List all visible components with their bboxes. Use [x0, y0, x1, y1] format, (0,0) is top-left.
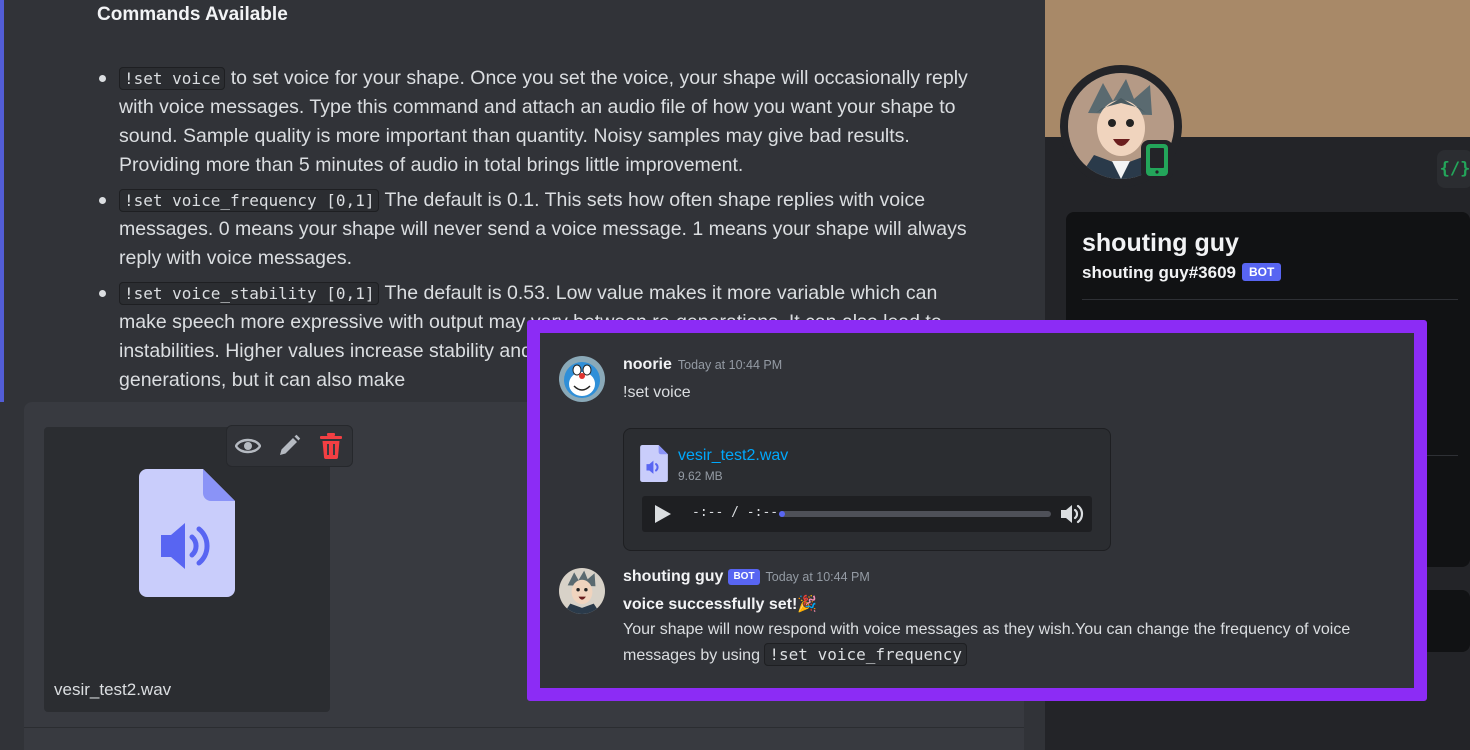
audio-progress-bar[interactable] [779, 511, 1051, 517]
audio-time: -:-- / -:-- [692, 505, 779, 520]
message-header: shouting guy BOT Today at 10:44 PM [623, 568, 870, 586]
profile-divider [1082, 299, 1458, 300]
command-code: !set voice_frequency [764, 643, 968, 666]
list-item: !set voice to set voice for your shape. … [97, 64, 987, 180]
command-description: to set voice for your shape. Once you se… [119, 67, 968, 176]
chat-message: shouting guy BOT Today at 10:44 PM voice s… [559, 568, 1419, 678]
avatar[interactable] [559, 568, 605, 614]
message-title-text: voice successfully set! [623, 596, 798, 613]
upload-attachment[interactable]: vesir_test2.wav [44, 427, 330, 712]
volume-icon[interactable] [1060, 503, 1086, 525]
message-text: Your shape will now respond with voice m… [623, 617, 1383, 668]
profile-display-name: shouting guy [1082, 229, 1239, 257]
timestamp: Today at 10:44 PM [765, 570, 870, 584]
commands-title: Commands Available [97, 4, 288, 25]
command-code: !set voice_frequency [0,1] [119, 189, 380, 212]
edit-button[interactable] [274, 431, 304, 461]
trash-icon [320, 433, 343, 459]
bot-badge: BOT [1241, 263, 1282, 281]
profile-tag-text: shouting guy#3609 [1082, 263, 1236, 282]
highlight-frame: noorie Today at 10:44 PM !set voice vesir… [527, 320, 1427, 701]
audio-progress-fill [779, 511, 785, 517]
message-body: Your shape will now respond with voice m… [623, 621, 1351, 664]
composer-divider [24, 727, 1024, 728]
eye-icon [234, 438, 261, 454]
anime-avatar-image [559, 568, 605, 614]
audio-file-icon [139, 469, 235, 597]
mobile-status-icon [1141, 140, 1173, 180]
message-accent-bar [0, 0, 4, 402]
list-item: !set voice_frequency [0,1] The default i… [97, 186, 987, 273]
delete-button[interactable] [316, 431, 346, 461]
upload-filename: vesir_test2.wav [54, 680, 172, 699]
avatar[interactable] [559, 356, 605, 402]
audio-player: -:-- / -:-- [642, 496, 1092, 532]
timestamp: Today at 10:44 PM [677, 358, 783, 372]
username[interactable]: shouting guy [623, 568, 723, 585]
audio-attachment: vesir_test2.wav 9.62 MB -:-- / -:-- [623, 428, 1111, 551]
doraemon-avatar-image [559, 356, 605, 402]
message-title: voice successfully set!🎉 [623, 592, 817, 617]
party-popper-icon: 🎉 [797, 596, 818, 613]
message-header: noorie Today at 10:44 PM [623, 356, 782, 374]
attachment-filename-link[interactable]: vesir_test2.wav [678, 447, 788, 465]
command-code: !set voice [119, 67, 226, 90]
audio-file-icon [640, 445, 668, 482]
bot-badge: BOT [728, 569, 760, 585]
attachment-filesize: 9.62 MB [678, 469, 723, 483]
message-text: !set voice [623, 384, 691, 401]
view-button[interactable] [233, 431, 263, 461]
play-icon[interactable] [652, 504, 672, 524]
pencil-icon [280, 434, 301, 455]
command-code: !set voice_stability [0,1] [119, 282, 380, 305]
username[interactable]: noorie [623, 356, 672, 373]
profile-username: shouting guy#3609 BOT [1082, 263, 1282, 283]
upload-action-bar [226, 425, 353, 467]
developer-badge-icon[interactable]: {/} [1437, 150, 1470, 188]
chat-message: noorie Today at 10:44 PM !set voice vesir… [559, 356, 1419, 571]
